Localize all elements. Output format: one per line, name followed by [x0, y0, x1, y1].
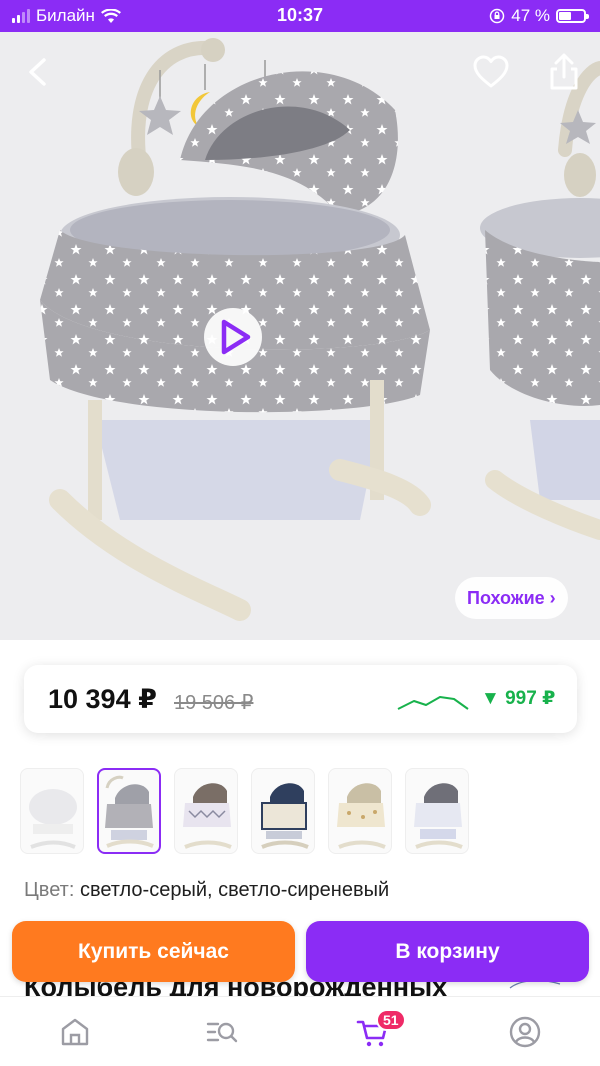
variant-thumbnail-selected[interactable]: [97, 768, 161, 854]
price-drop: ▼ 997 ₽: [481, 688, 556, 709]
battery-icon: [556, 9, 589, 23]
share-button[interactable]: [545, 52, 583, 92]
add-to-cart-button[interactable]: В корзину: [306, 921, 589, 982]
variant-thumbnail[interactable]: [20, 768, 84, 854]
play-video-button[interactable]: [204, 308, 262, 366]
bottom-navigation: [0, 996, 600, 1066]
home-icon: [61, 1018, 89, 1046]
back-button[interactable]: [20, 54, 56, 90]
buy-now-button[interactable]: Купить сейчас: [12, 921, 295, 982]
product-image-gallery[interactable]: [0, 0, 600, 640]
color-label: Цвет:: [24, 879, 75, 901]
variant-thumbnail[interactable]: [405, 768, 469, 854]
favorite-button[interactable]: [472, 54, 510, 90]
nav-home[interactable]: [57, 1014, 93, 1050]
current-price: 10 394 ₽: [48, 684, 157, 714]
catalog-search-icon: [206, 1022, 238, 1043]
color-value: светло-серый, светло-сиреневый: [79, 879, 390, 901]
status-bar: Билайн 10:37 47 %: [0, 0, 600, 32]
orientation-lock-icon: [490, 8, 505, 24]
product-photo: [0, 0, 600, 640]
similar-products-button[interactable]: Похожие ›: [455, 577, 568, 619]
old-price: 19 506 ₽: [174, 692, 254, 714]
price-trend-chart: [397, 696, 469, 710]
variant-thumbnail[interactable]: [251, 768, 315, 854]
play-icon: [221, 319, 251, 355]
share-icon: [550, 53, 578, 90]
battery-percent: 47 %: [511, 6, 550, 25]
nav-catalog[interactable]: [204, 1014, 240, 1050]
variant-thumbnails: [20, 768, 580, 856]
profile-icon: [509, 1016, 541, 1048]
nav-profile[interactable]: [507, 1014, 543, 1050]
price-card[interactable]: 10 394 ₽ 19 506 ₽ ▼ 997 ₽: [24, 665, 577, 733]
selected-color: Цвет: светло-серый, светло-сиреневый: [24, 879, 389, 902]
variant-thumbnail[interactable]: [174, 768, 238, 854]
cart-badge: 51: [376, 1009, 406, 1031]
variant-thumbnail[interactable]: [328, 768, 392, 854]
heart-icon: [473, 55, 509, 88]
back-arrow-icon: [29, 58, 46, 86]
